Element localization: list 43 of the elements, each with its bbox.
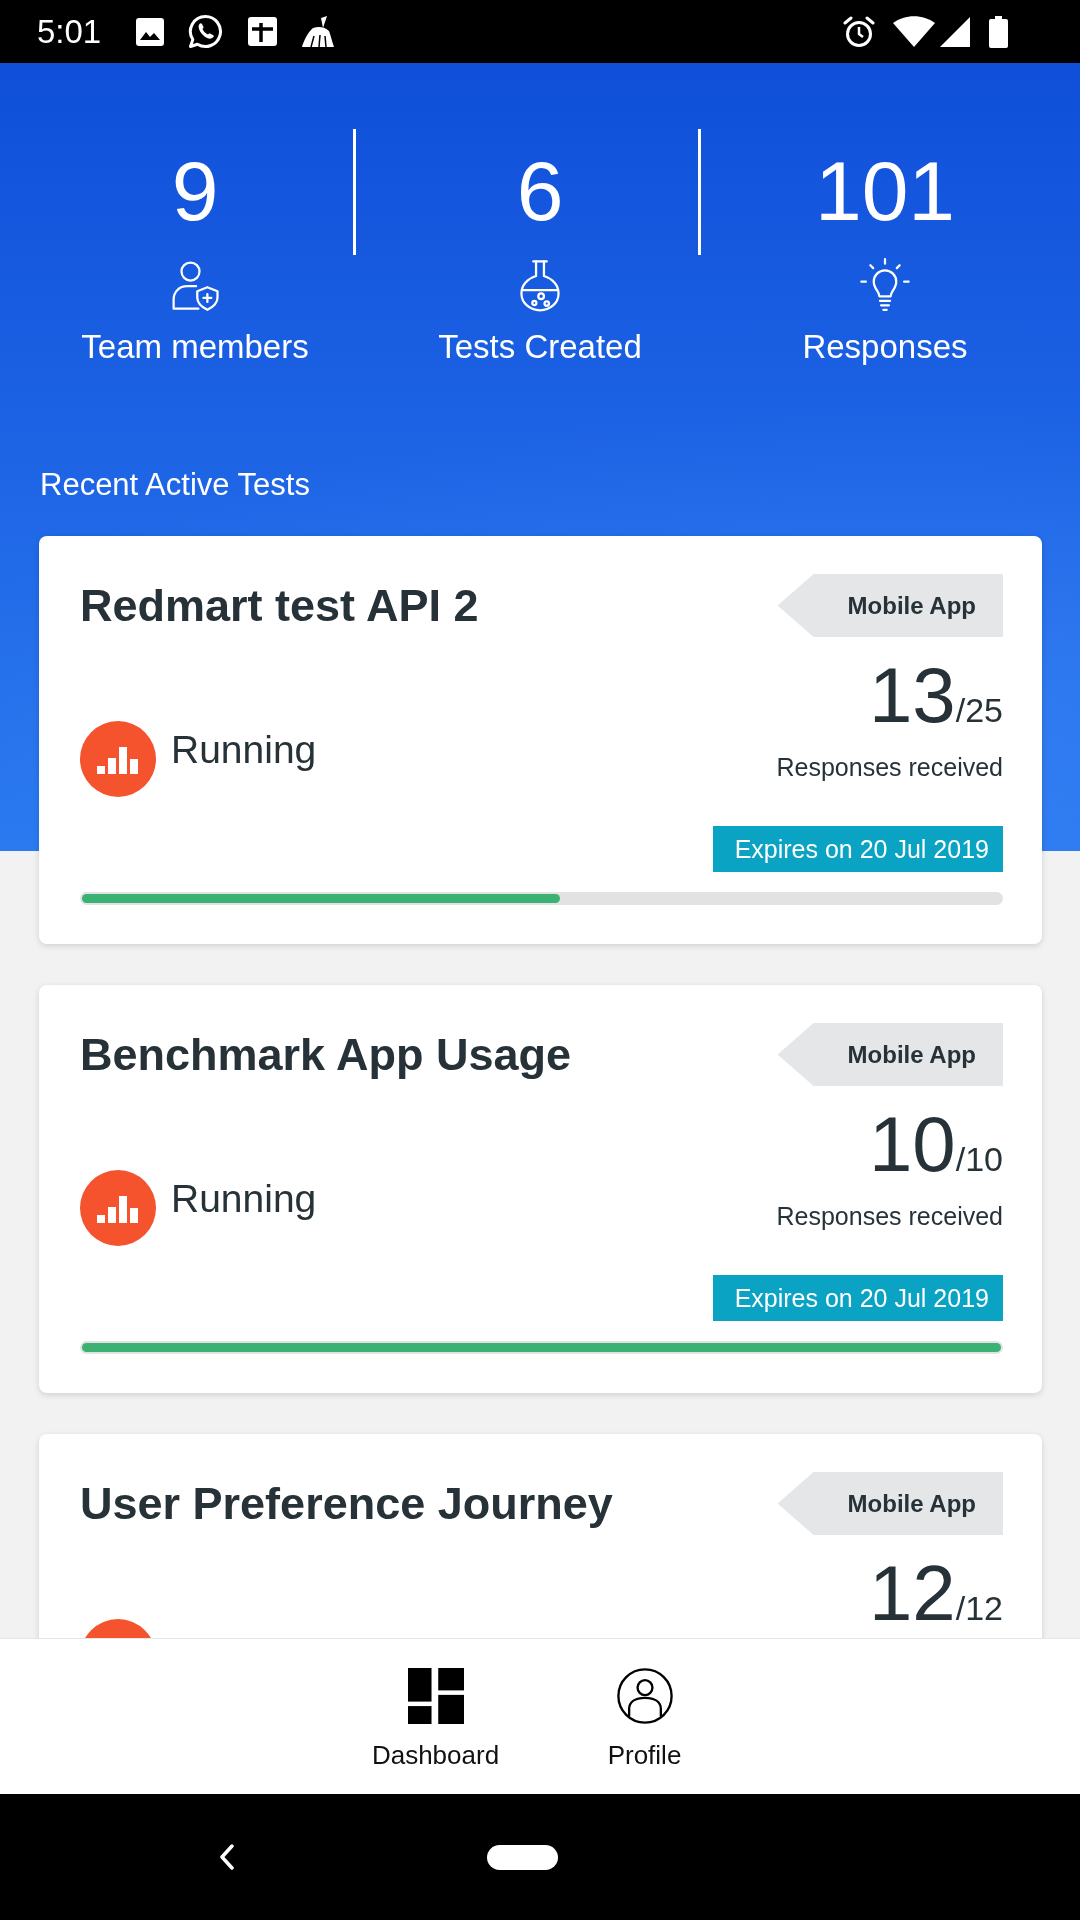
broom-icon xyxy=(301,15,336,48)
stat-value: 6 xyxy=(516,149,564,233)
test-card[interactable]: User Preference Journey Mobile App 12/12 xyxy=(39,1434,1042,1638)
test-card[interactable]: Redmart test API 2 Running Mobile App 13/25 Responses received Expires on 20 Jul 2019 xyxy=(39,536,1042,944)
nav-tab[interactable]: Profile xyxy=(564,1639,725,1794)
expiry-badge: Expires on 20 Jul 2019 xyxy=(712,826,1003,872)
nav-tab[interactable]: Dashboard xyxy=(355,1639,516,1794)
expiry-badge: Expires on 20 Jul 2019 xyxy=(712,1275,1003,1321)
dashboard-icon xyxy=(407,1668,464,1724)
stat-label: Tests Created xyxy=(438,328,642,366)
status-time: 5:01 xyxy=(37,11,102,52)
test-title: Redmart test API 2 xyxy=(80,579,479,633)
battery-icon xyxy=(989,15,1008,48)
stat-value: 9 xyxy=(171,149,219,233)
test-card[interactable]: Benchmark App Usage Running Mobile App 10/10 Responses received Expires on 20 Jul 2019 xyxy=(39,985,1042,1393)
section-title: Recent Active Tests xyxy=(40,466,310,504)
stat-label: Team members xyxy=(81,328,309,366)
response-count: 13/25 xyxy=(868,656,1003,734)
alarm-clock-icon xyxy=(843,15,875,48)
bar-chart-icon xyxy=(80,1170,156,1246)
lightbulb-icon xyxy=(858,258,912,312)
plus-square-icon xyxy=(248,17,278,46)
status-label: Running xyxy=(171,1176,317,1222)
phone-chat-icon xyxy=(188,14,224,49)
platform-tag: Mobile App xyxy=(777,1472,1003,1535)
home-button[interactable] xyxy=(487,1844,558,1870)
back-icon[interactable] xyxy=(217,1844,237,1870)
profile-icon xyxy=(616,1668,673,1724)
stat-label: Responses xyxy=(802,328,968,366)
responses-caption: Responses received xyxy=(776,752,1003,782)
wifi-icon xyxy=(893,16,935,47)
responses-caption: Responses received xyxy=(776,1201,1003,1231)
response-count: 10/10 xyxy=(868,1105,1003,1183)
test-title: User Preference Journey xyxy=(80,1477,613,1531)
stat-value: 101 xyxy=(814,149,956,233)
bar-chart-icon xyxy=(80,721,156,797)
test-title: Benchmark App Usage xyxy=(80,1028,571,1082)
platform-tag: Mobile App xyxy=(777,574,1003,637)
status-label: Running xyxy=(171,727,317,773)
image-icon xyxy=(136,17,165,46)
signal-icon xyxy=(940,16,970,47)
platform-tag: Mobile App xyxy=(777,1023,1003,1086)
response-count: 12/12 xyxy=(868,1554,1003,1632)
